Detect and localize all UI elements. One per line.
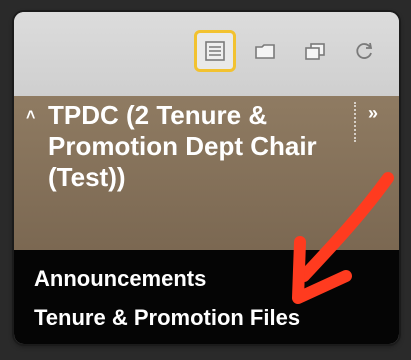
screenshot-stage: ˄ TPDC (2 Tenure & Promotion Dept Chair …: [0, 0, 411, 360]
folder-icon: [255, 44, 275, 59]
refresh-button[interactable]: [344, 30, 386, 72]
folder-view-button[interactable]: [244, 30, 286, 72]
collapse-caret-icon[interactable]: ˄: [26, 108, 35, 124]
course-header: ˄ TPDC (2 Tenure & Promotion Dept Chair …: [14, 96, 399, 250]
list-icon: [205, 41, 225, 61]
course-menu-panel: ˄ TPDC (2 Tenure & Promotion Dept Chair …: [14, 12, 399, 344]
windows-view-button[interactable]: [294, 30, 336, 72]
course-title[interactable]: TPDC (2 Tenure & Promotion Dept Chair (T…: [48, 100, 328, 193]
expand-more-icon[interactable]: »: [368, 104, 378, 122]
menu-item-announcements[interactable]: Announcements: [34, 266, 206, 292]
header-divider: [354, 102, 356, 142]
list-view-button[interactable]: [194, 30, 236, 72]
windows-icon: [305, 43, 325, 60]
refresh-icon: [356, 42, 373, 59]
course-menu: Announcements Tenure & Promotion Files: [14, 250, 399, 344]
menu-item-tenure-promotion-files[interactable]: Tenure & Promotion Files: [34, 305, 300, 331]
panel-toolbar: [14, 12, 399, 96]
